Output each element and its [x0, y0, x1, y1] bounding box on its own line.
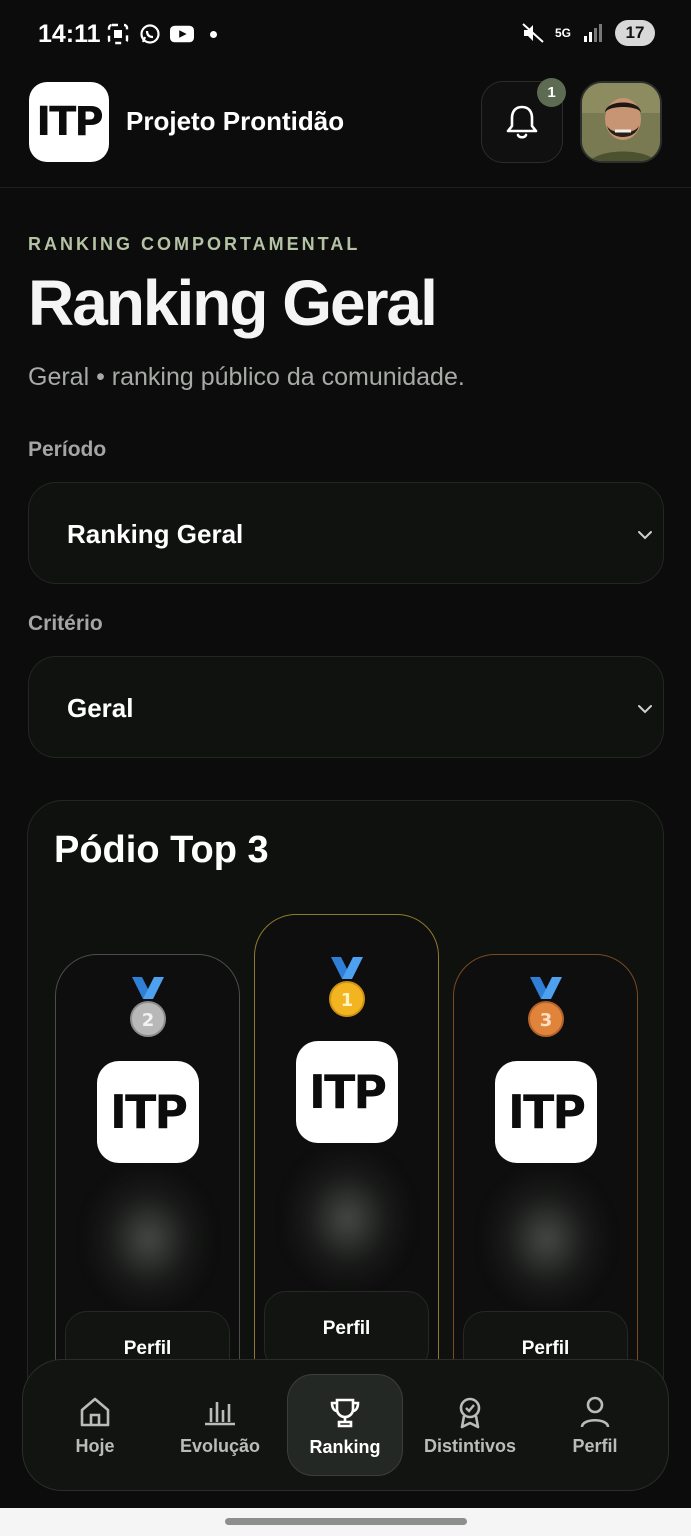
- criterion-label: Critério: [28, 612, 103, 635]
- nav-item-distintivos[interactable]: Distintivos: [412, 1374, 528, 1476]
- status-notification-icons: [106, 22, 217, 46]
- app-header: ITP Projeto Prontidão 1: [0, 72, 691, 188]
- profile-button-label: Perfil: [123, 1338, 172, 1359]
- youtube-icon: [170, 22, 194, 46]
- period-label: Período: [28, 438, 107, 461]
- chevron-down-icon: [638, 705, 652, 714]
- bottom-navigation: Hoje Evolução Ranking Distintivos Perfil: [22, 1359, 669, 1491]
- bronze-medal-icon: 3: [527, 977, 564, 1037]
- gold-medal-icon: 1: [328, 957, 365, 1017]
- page-title: Ranking Geral: [28, 267, 438, 339]
- badge-icon: [459, 1397, 481, 1429]
- nav-item-ranking[interactable]: Ranking: [287, 1374, 403, 1476]
- mute-icon: [521, 21, 545, 45]
- nav-label-perfil: Perfil: [572, 1436, 618, 1456]
- blurred-name-third: [484, 1169, 609, 1309]
- nav-label-evolucao: Evolução: [179, 1436, 261, 1456]
- nav-label-hoje: Hoje: [75, 1436, 115, 1456]
- podium-avatar-first: ITP: [296, 1041, 398, 1143]
- status-system-icons: 5G 17: [521, 20, 655, 46]
- criterion-select-value: Geral: [67, 693, 134, 723]
- medal-number: 1: [340, 990, 353, 1011]
- app-logo[interactable]: ITP: [29, 82, 109, 162]
- podium-avatar-second: ITP: [97, 1061, 199, 1163]
- user-icon: [580, 1396, 610, 1428]
- avatar[interactable]: [580, 81, 662, 163]
- blurred-name-first: [285, 1149, 410, 1289]
- profile-button-label: Perfil: [322, 1318, 371, 1339]
- period-select[interactable]: Ranking Geral: [28, 482, 664, 584]
- medal-number: 2: [141, 1010, 154, 1031]
- chart-icon: [205, 1402, 235, 1426]
- criterion-select[interactable]: Geral: [28, 656, 664, 758]
- nav-item-hoje[interactable]: Hoje: [37, 1374, 153, 1476]
- period-select-value: Ranking Geral: [67, 519, 244, 549]
- page-subtitle: Geral • ranking público da comunidade.: [28, 363, 465, 391]
- battery-indicator: 17: [615, 20, 655, 46]
- home-gesture-handle[interactable]: [225, 1518, 467, 1525]
- screenshot-icon: [106, 22, 130, 46]
- podium-title: Pódio Top 3: [54, 829, 269, 871]
- bell-icon: [506, 105, 538, 139]
- medal-number: 3: [539, 1010, 552, 1031]
- logo-text: ITP: [36, 99, 103, 145]
- podium-logo-text: ITP: [507, 1085, 586, 1139]
- status-time: 14:11: [38, 20, 101, 48]
- page-eyebrow: RANKING COMPORTAMENTAL: [28, 234, 361, 254]
- nav-label-ranking: Ranking: [309, 1437, 381, 1457]
- podium-avatar-third: ITP: [495, 1061, 597, 1163]
- home-icon: [80, 1397, 110, 1427]
- podium-card: Pódio Top 3 2 ITP Perfil 1 ITP Perfil 3 …: [27, 800, 664, 1440]
- profile-button-label: Perfil: [521, 1338, 570, 1359]
- status-bar: 14:11 5G 17: [0, 0, 691, 72]
- trophy-icon: [330, 1398, 360, 1428]
- nav-label-distintivos: Distintivos: [423, 1436, 516, 1456]
- more-notifications-dot: [210, 30, 217, 38]
- system-gesture-area: [0, 1508, 691, 1536]
- whatsapp-icon: [138, 22, 162, 46]
- signal-icon: [581, 21, 605, 45]
- podium-logo-text: ITP: [109, 1085, 188, 1139]
- notification-badge: 1: [537, 78, 566, 107]
- podium-logo-text: ITP: [308, 1065, 387, 1119]
- nav-item-perfil[interactable]: Perfil: [537, 1374, 653, 1476]
- app-title: Projeto Prontidão: [126, 106, 345, 136]
- silver-medal-icon: 2: [129, 977, 166, 1037]
- chevron-down-icon: [638, 531, 652, 540]
- blurred-name-second: [86, 1169, 211, 1309]
- network-type: 5G: [554, 26, 571, 40]
- nav-item-evolucao[interactable]: Evolução: [162, 1374, 278, 1476]
